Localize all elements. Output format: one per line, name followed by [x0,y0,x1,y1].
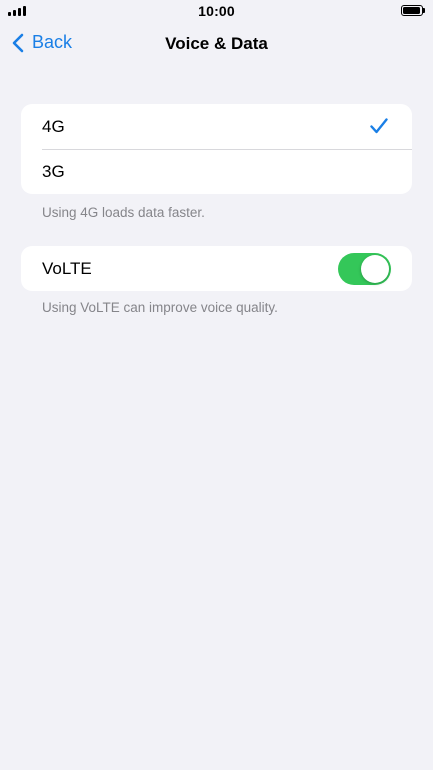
page-title: Voice & Data [165,34,268,53]
volte-group: VoLTE [21,246,412,291]
status-bar: 10:00 [0,0,433,22]
volte-footer: Using VoLTE can improve voice quality. [42,300,278,315]
network-mode-group: 4G 3G [21,104,412,194]
volte-toggle[interactable] [338,253,391,285]
option-label: 4G [42,116,65,136]
option-3g[interactable]: 3G [21,149,412,194]
toggle-knob [361,255,389,283]
navigation-bar: Back Voice & Data [0,22,433,66]
checkmark-icon [370,118,388,134]
volte-row: VoLTE [21,246,412,291]
option-4g[interactable]: 4G [21,104,412,149]
battery-icon [401,5,425,16]
status-time: 10:00 [198,3,235,19]
option-label: 3G [42,161,65,181]
volte-label: VoLTE [42,258,92,278]
network-mode-footer: Using 4G loads data faster. [42,205,205,220]
